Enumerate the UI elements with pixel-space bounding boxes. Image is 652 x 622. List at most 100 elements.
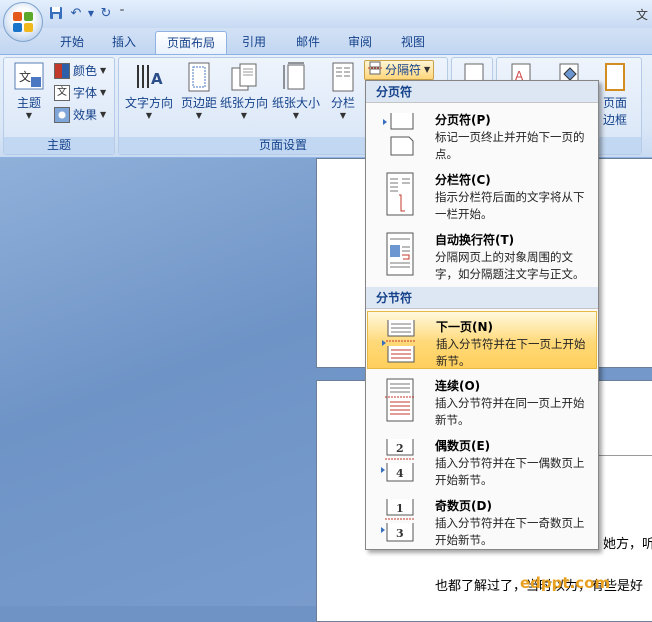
menu-item-desc: 标记一页终止并开始下一页的点。 <box>435 130 585 161</box>
office-button[interactable] <box>3 2 43 42</box>
effects-icon <box>54 107 70 123</box>
redo-icon[interactable]: ↻ <box>98 5 114 21</box>
breaks-button[interactable]: 分隔符 ▼ <box>364 60 435 80</box>
page-size-icon <box>281 62 311 92</box>
menu-item-title: 连续(O) <box>435 379 481 393</box>
column-break-icon <box>379 171 415 217</box>
breaks-dropdown-menu: 分页符 分页符(P) 标记一页终止并开始下一页的点。 分栏符(C) 指示分栏符后… <box>365 80 599 550</box>
theme-colors-button[interactable]: 颜色 ▼ <box>54 62 106 80</box>
page-borders-label-2: 边框 <box>602 113 627 127</box>
menu-section-page-breaks: 分页符 <box>366 81 598 103</box>
tab-references[interactable]: 引用 <box>232 31 276 53</box>
svg-text:4: 4 <box>396 467 404 480</box>
tab-insert[interactable]: 插入 <box>102 31 146 53</box>
theme-group-label: 主题 <box>4 137 114 154</box>
page-rule <box>593 455 652 456</box>
menu-item-title: 自动换行符(T) <box>435 233 515 247</box>
font-icon: 文 <box>54 85 70 101</box>
tab-home[interactable]: 开始 <box>48 31 96 53</box>
palette-icon <box>54 63 70 79</box>
text-direction-icon: A <box>134 62 164 92</box>
themes-button[interactable]: 文 主题 ▼ <box>6 62 52 120</box>
menu-item-page-break[interactable]: 分页符(P) 标记一页终止并开始下一页的点。 <box>367 105 597 163</box>
dropdown-arrow-icon: ▼ <box>195 111 203 120</box>
dropdown-arrow-icon: ▼ <box>424 65 431 74</box>
theme-fonts-button[interactable]: 文 字体 ▼ <box>54 84 106 102</box>
dropdown-arrow-icon: ▼ <box>100 66 107 75</box>
menu-item-title: 奇数页(D) <box>435 499 492 513</box>
page-size-button[interactable]: 纸张大小 ▼ <box>269 62 323 120</box>
tab-review[interactable]: 审阅 <box>338 31 382 53</box>
theme-fonts-label: 字体 <box>73 86 98 100</box>
menu-item-desc: 分隔网页上的对象周围的文字，如分隔题注文字与正文。 <box>435 250 585 281</box>
menu-section-section-breaks: 分节符 <box>366 287 598 309</box>
breaks-icon <box>368 61 382 80</box>
next-page-break-icon <box>380 318 416 364</box>
dropdown-arrow-icon: ▼ <box>292 111 300 120</box>
breaks-label: 分隔符 <box>385 63 422 77</box>
menu-item-odd-page[interactable]: 13 奇数页(D) 插入分节符并在下一奇数页上开始新节。 <box>367 491 597 549</box>
quick-access-toolbar: ↶ ▼ ↻ ⁼ <box>48 4 126 22</box>
margins-icon <box>184 62 214 92</box>
columns-icon <box>328 62 358 92</box>
menu-item-desc: 指示分栏符后面的文字将从下一栏开始。 <box>435 190 585 221</box>
tab-view[interactable]: 视图 <box>391 31 435 53</box>
document-text-line-1: 她方，听过 <box>603 537 652 552</box>
menu-item-desc: 插入分节符并在同一页上开始新节。 <box>435 396 585 427</box>
office-logo-icon <box>13 12 33 32</box>
customize-qat-icon[interactable]: ⁼ <box>118 5 126 21</box>
save-icon[interactable] <box>48 5 64 21</box>
orientation-icon <box>229 62 259 92</box>
text-wrapping-break-icon <box>379 231 415 277</box>
page-break-icon <box>379 111 415 157</box>
dropdown-arrow-icon: ▼ <box>100 88 107 97</box>
window-title: 文 <box>635 8 648 22</box>
menu-item-column-break[interactable]: 分栏符(C) 指示分栏符后面的文字将从下一栏开始。 <box>367 165 597 223</box>
svg-text:1: 1 <box>396 502 404 515</box>
themes-label: 主题 <box>16 96 41 110</box>
dropdown-arrow-icon: ▼ <box>145 111 153 120</box>
page-borders-button[interactable]: 页面 边框 <box>593 62 637 128</box>
dropdown-arrow-icon: ▼ <box>339 111 347 120</box>
dropdown-arrow-icon: ▼ <box>25 111 33 120</box>
menu-item-desc: 插入分节符并在下一偶数页上开始新节。 <box>435 456 585 487</box>
menu-item-title: 下一页(N) <box>436 320 494 334</box>
margins-button[interactable]: 页边距 ▼ <box>175 62 223 120</box>
columns-label: 分栏 <box>330 96 355 110</box>
even-page-break-icon: 24 <box>379 437 415 483</box>
menu-item-desc: 插入分节符并在下一页上开始新节。 <box>436 337 586 368</box>
dropdown-arrow-icon: ▼ <box>100 110 107 119</box>
menu-item-even-page[interactable]: 24 偶数页(E) 插入分节符并在下一偶数页上开始新节。 <box>367 431 597 489</box>
theme-colors-label: 颜色 <box>73 64 98 78</box>
svg-text:2: 2 <box>396 442 404 455</box>
undo-icon[interactable]: ↶ <box>68 5 84 21</box>
svg-text:3: 3 <box>396 527 404 540</box>
undo-dropdown-icon[interactable]: ▼ <box>88 5 94 21</box>
columns-button[interactable]: 分栏 ▼ <box>323 62 363 120</box>
theme-effects-label: 效果 <box>73 108 98 122</box>
theme-effects-button[interactable]: 效果 ▼ <box>54 106 106 124</box>
continuous-break-icon <box>379 377 415 423</box>
text-direction-button[interactable]: A 文字方向 ▼ <box>121 62 177 120</box>
page-size-label: 纸张大小 <box>271 96 320 110</box>
menu-item-title: 分栏符(C) <box>435 173 491 187</box>
menu-item-text-wrapping-break[interactable]: 自动换行符(T) 分隔网页上的对象周围的文字，如分隔题注文字与正文。 <box>367 225 597 283</box>
menu-item-title: 分页符(P) <box>435 113 491 127</box>
text-direction-label: 文字方向 <box>124 96 173 110</box>
site-watermark: edppt.com <box>520 574 611 592</box>
ribbon-tabs: 开始 插入 页面布局 引用 邮件 审阅 视图 <box>0 28 652 55</box>
orientation-button[interactable]: 纸张方向 ▼ <box>219 62 269 120</box>
page-borders-icon <box>600 62 630 92</box>
tab-page-layout[interactable]: 页面布局 <box>155 31 227 55</box>
themes-icon: 文 <box>14 62 44 92</box>
svg-text:文: 文 <box>19 69 31 84</box>
theme-group: 文 主题 ▼ 颜色 ▼ 文 字体 ▼ 效果 ▼ 主题 <box>3 57 115 155</box>
menu-item-desc: 插入分节符并在下一奇数页上开始新节。 <box>435 516 585 547</box>
menu-item-continuous[interactable]: 连续(O) 插入分节符并在同一页上开始新节。 <box>367 371 597 429</box>
page-borders-label-1: 页面 <box>602 96 627 110</box>
odd-page-break-icon: 13 <box>379 497 415 543</box>
tab-mailings[interactable]: 邮件 <box>286 31 330 53</box>
margins-label: 页边距 <box>180 96 217 110</box>
orientation-label: 纸张方向 <box>219 96 268 110</box>
menu-item-next-page[interactable]: 下一页(N) 插入分节符并在下一页上开始新节。 <box>367 311 597 369</box>
